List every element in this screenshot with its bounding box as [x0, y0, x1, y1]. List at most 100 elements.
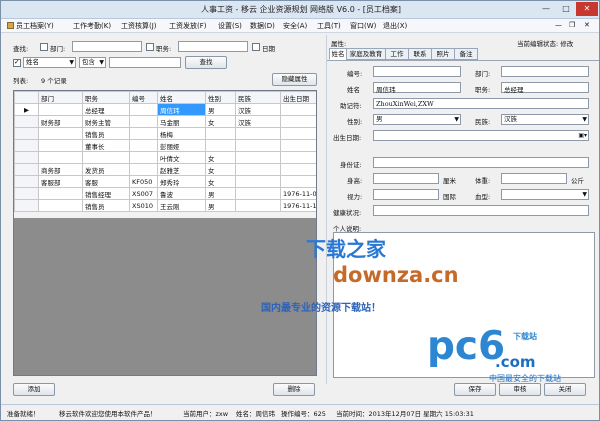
dept-checkbox[interactable]: [40, 43, 48, 51]
child-minimize-button[interactable]: —: [555, 21, 562, 29]
menu-window[interactable]: 窗口(W): [350, 21, 376, 31]
table-row[interactable]: 客服部 客服 KF050 郑秀玲女: [14, 175, 316, 188]
tab-contact[interactable]: 联系: [408, 48, 432, 60]
date-checkbox[interactable]: [252, 43, 260, 51]
height-unit: 厘米: [443, 177, 456, 185]
find-button[interactable]: 查找: [185, 56, 227, 69]
child-restore-button[interactable]: ❐: [569, 21, 575, 29]
dept-filter-label: 部门:: [50, 45, 66, 53]
calendar-dropdown-icon: ▣▾: [578, 132, 587, 139]
code-label: 编号:: [347, 70, 363, 78]
col-header-name[interactable]: 姓名: [157, 91, 206, 104]
title-bar: 人事工资 - 移云 企业资源规划 网络版 V6.0 - [员工档案] — □ ✕: [1, 1, 599, 19]
field-checkbox[interactable]: [13, 58, 21, 67]
tab-family-education[interactable]: 家庭及教育: [346, 48, 386, 60]
chevron-down-icon: ▼: [99, 59, 104, 66]
job-field[interactable]: 总经理: [501, 82, 589, 94]
hide-attributes-button[interactable]: 隐藏属性: [272, 73, 317, 86]
status-ops: 操作编号：625: [281, 410, 326, 418]
vision-label: 视力:: [347, 193, 363, 201]
col-header-dept[interactable]: 部门: [38, 91, 83, 104]
ethnic-select[interactable]: 汉族 ▼: [501, 114, 589, 125]
menu-security[interactable]: 安全(A): [283, 21, 307, 31]
employee-grid[interactable]: 部门 职务 编号 姓名 性别 民族 出生日期 ▶ 总经理 周信玮男汉族 财务部 财务…: [13, 90, 317, 376]
status-user: 当前用户：zxw: [183, 410, 229, 418]
job-checkbox[interactable]: [146, 43, 154, 51]
table-row[interactable]: 销售员XS010王云刚男1976-11-18: [14, 199, 316, 212]
tab-work[interactable]: 工作: [385, 48, 409, 60]
height-label: 身高:: [347, 177, 363, 185]
job-filter-input[interactable]: [178, 41, 248, 52]
name-field[interactable]: 周信玮: [373, 82, 461, 94]
weight-field[interactable]: [501, 173, 567, 184]
audit-button[interactable]: 审核: [499, 383, 541, 396]
watermark-pc6-badge: 下载站: [513, 332, 537, 341]
birth-date-picker[interactable]: ▣▾: [373, 130, 589, 141]
vision-field[interactable]: [373, 189, 439, 200]
col-header-code[interactable]: 编号: [129, 91, 158, 104]
nation-label: 国际: [443, 193, 456, 201]
delete-button[interactable]: 删除: [273, 383, 315, 396]
minimize-button[interactable]: —: [536, 2, 556, 16]
edit-status: 当前编辑状态: 修改: [517, 40, 574, 48]
weight-unit: 公斤: [571, 177, 584, 185]
col-header-birth[interactable]: 出生日期: [280, 91, 316, 104]
menu-tools[interactable]: 工具(T): [317, 21, 341, 31]
col-header-ethnic[interactable]: 民族: [235, 91, 281, 104]
selected-cell: 周信玮: [157, 103, 206, 116]
menu-attendance[interactable]: 工作考勤(K): [73, 21, 111, 31]
maximize-button[interactable]: □: [556, 2, 576, 16]
search-field-select[interactable]: 姓名 ▼: [23, 57, 76, 68]
col-header-job[interactable]: 职务: [82, 91, 130, 104]
menu-data[interactable]: 数据(D): [250, 21, 275, 31]
search-keyword-input[interactable]: [109, 57, 181, 68]
save-button[interactable]: 保存: [454, 383, 496, 396]
menu-payroll[interactable]: 工资核算(J): [121, 21, 157, 31]
tab-notes[interactable]: 备注: [454, 48, 478, 60]
dept-field[interactable]: [501, 66, 589, 77]
table-row[interactable]: 董事长 彭丽娅: [14, 139, 316, 152]
close-button[interactable]: 关闭: [544, 383, 586, 396]
id-card-field[interactable]: [373, 157, 589, 168]
gender-select[interactable]: 男 ▼: [373, 114, 461, 125]
menu-employee[interactable]: 员工档案(Y): [7, 21, 54, 31]
table-row[interactable]: 商务部 发货员 赵雅芝女: [14, 163, 316, 176]
tab-name[interactable]: 姓名: [329, 48, 347, 60]
table-row[interactable]: 销售员 杨梅: [14, 127, 316, 140]
table-header-row: 部门 职务 编号 姓名 性别 民族 出生日期: [14, 91, 316, 104]
child-close-button[interactable]: ✕: [584, 21, 590, 29]
status-welcome: 移云软件欢迎您使用本软件产品！: [59, 410, 157, 418]
table-row[interactable]: 销售经理XS007鲁波男1976-11-07: [14, 187, 316, 200]
employee-table: 部门 职务 编号 姓名 性别 民族 出生日期 ▶ 总经理 周信玮男汉族 财务部 财务…: [14, 91, 316, 212]
employee-folder-icon: [7, 22, 14, 29]
table-row[interactable]: ▶ 总经理 周信玮男汉族: [14, 103, 316, 116]
mnemonic-field[interactable]: ZhouXinWei,ZXW: [373, 98, 589, 109]
chevron-down-icon: ▼: [582, 191, 587, 198]
close-window-button[interactable]: ✕: [576, 2, 598, 16]
col-header-gender[interactable]: 性别: [205, 91, 236, 104]
health-label: 健康状况:: [333, 209, 362, 217]
chevron-down-icon: ▼: [582, 116, 587, 123]
match-mode-select[interactable]: 包含 ▼: [79, 57, 106, 68]
birth-label: 出生日期:: [333, 134, 362, 142]
status-ready: 准备就绪！: [7, 410, 40, 418]
job-filter-label: 职务:: [156, 45, 172, 53]
table-row[interactable]: 财务部 财务主管 马金丽女汉族: [14, 115, 316, 128]
watermark-pc6-slogan: 中国最安全的下载站: [489, 374, 561, 383]
health-field[interactable]: [373, 205, 589, 216]
date-filter-label: 日期: [262, 45, 275, 53]
window-title: 人事工资 - 移云 企业资源规划 网络版 V6.0 - [员工档案]: [200, 5, 401, 14]
menu-payout[interactable]: 工资发放(F): [169, 21, 207, 31]
add-button[interactable]: 添加: [13, 383, 55, 396]
watermark-downza-slogan: 国内最专业的资源下载站！: [261, 303, 381, 314]
menu-exit[interactable]: 退出(X): [383, 21, 407, 31]
tab-photo[interactable]: 照片: [431, 48, 455, 60]
code-field[interactable]: [373, 66, 461, 77]
table-row[interactable]: 叶倩文女: [14, 151, 316, 164]
menu-settings[interactable]: 设置(S): [218, 21, 242, 31]
dept-filter-input[interactable]: [72, 41, 142, 52]
blood-type-select[interactable]: ▼: [501, 189, 589, 200]
height-field[interactable]: [373, 173, 439, 184]
chevron-down-icon: ▼: [454, 116, 459, 123]
blood-type-label: 血型:: [475, 193, 491, 201]
